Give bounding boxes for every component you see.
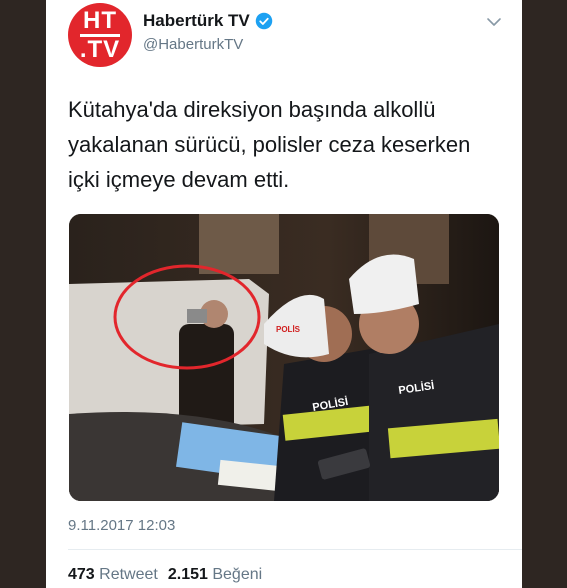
tweet-card: HT .TV Habertürk TV @HaberturkTV Kütahya… xyxy=(46,0,522,588)
display-name[interactable]: Habertürk TV xyxy=(143,11,273,31)
like-label: Beğeni xyxy=(212,566,263,583)
blurred-bottle xyxy=(187,309,207,323)
chevron-down-icon[interactable] xyxy=(486,14,502,30)
building-window xyxy=(199,214,279,274)
like-count: 2.151 xyxy=(167,566,208,583)
user-handle[interactable]: @HaberturkTV xyxy=(143,36,243,53)
tweet-photo[interactable]: POLİS POLİSİ POLİSİ xyxy=(69,214,499,501)
photo-illustration: POLİS POLİSİ POLİSİ xyxy=(69,214,499,501)
like-stat[interactable]: 2.151 Beğeni xyxy=(168,566,262,583)
verified-badge-icon xyxy=(255,12,272,30)
divider xyxy=(68,549,522,550)
avatar-logo-line2: .TV xyxy=(79,35,121,63)
cap-text: POLİS xyxy=(276,325,301,334)
tweet-text: Kütahya'da direksiyon başında alkollü ya… xyxy=(68,97,471,192)
tweet-stats: 473 Retweet 2.151 Beğeni xyxy=(68,566,262,584)
display-name-text: Habertürk TV xyxy=(143,11,250,30)
tweet-timestamp[interactable]: 9.11.2017 12:03 xyxy=(68,517,175,534)
retweet-count: 473 xyxy=(68,566,95,583)
avatar-logo-line1: HT xyxy=(83,6,117,34)
retweet-stat[interactable]: 473 Retweet xyxy=(68,566,158,583)
avatar[interactable]: HT .TV xyxy=(68,3,132,67)
retweet-label: Retweet xyxy=(99,566,158,583)
